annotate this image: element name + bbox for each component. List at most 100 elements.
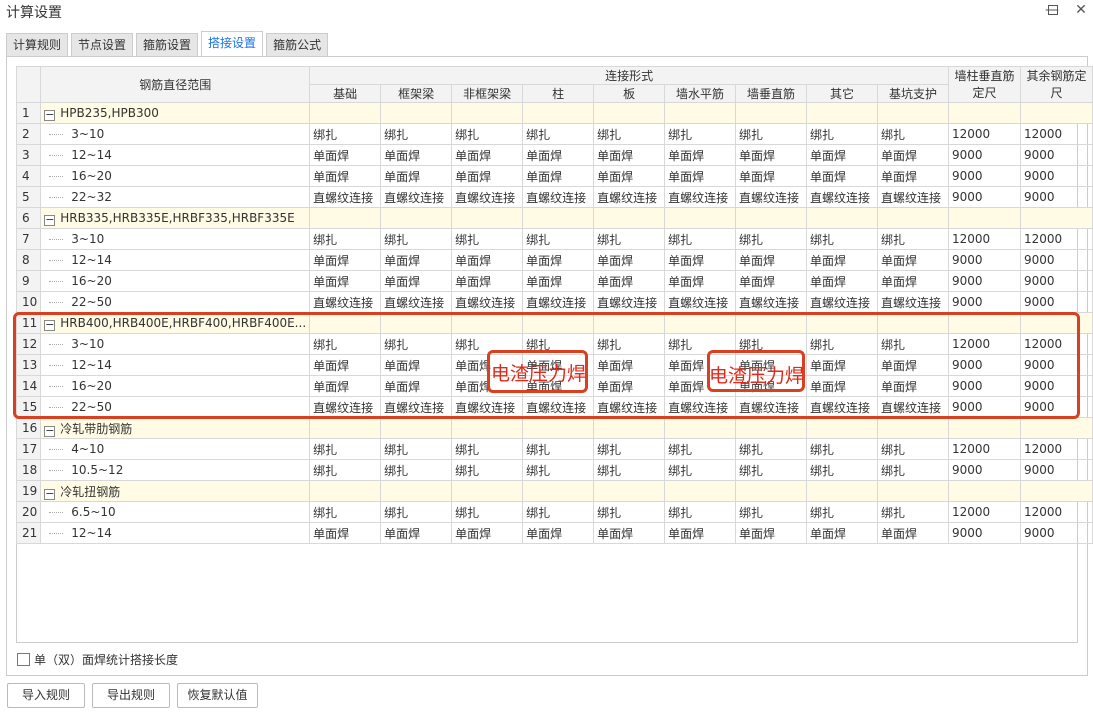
tab-4[interactable]: 箍筋公式 (266, 33, 329, 56)
connection-cell[interactable] (309, 102, 382, 124)
connection-cell[interactable]: 直螺纹连接 (877, 291, 949, 313)
group-row[interactable]: 16− 冷轧带肋钢筋 (15, 417, 1093, 439)
connection-cell[interactable] (380, 417, 453, 439)
connection-cell[interactable]: 绑扎 (522, 123, 595, 145)
connection-cell[interactable]: 单面焊 (522, 522, 595, 544)
connection-cell[interactable] (664, 480, 737, 502)
length-cell[interactable]: 9000 (948, 522, 1021, 544)
length-cell[interactable]: 9000 (1019, 165, 1093, 187)
export-rules-button[interactable]: 导出规则 (92, 683, 170, 708)
length-cell[interactable]: 12000 (1019, 123, 1093, 145)
connection-cell[interactable]: 单面焊 (451, 522, 524, 544)
length-cell[interactable]: 12000 (948, 501, 1021, 523)
connection-cell[interactable]: 单面焊 (380, 165, 453, 187)
connection-cell[interactable]: 绑扎 (451, 501, 524, 523)
connection-cell[interactable] (877, 102, 949, 124)
connection-cell[interactable] (522, 417, 595, 439)
connection-cell[interactable]: 绑扎 (380, 123, 453, 145)
length-cell[interactable]: 12000 (1019, 438, 1093, 460)
length-cell[interactable]: 9000 (1019, 144, 1093, 166)
connection-cell[interactable]: 单面焊 (309, 249, 382, 271)
connection-cell[interactable]: 单面焊 (380, 522, 453, 544)
connection-cell[interactable]: 绑扎 (806, 438, 879, 460)
table-row[interactable]: 9 16~20 单面焊 单面焊 单面焊 单面焊 单面焊 单面焊 单面焊 单面焊 单面焊 9000 900… (15, 270, 1093, 292)
connection-cell[interactable]: 绑扎 (522, 459, 595, 481)
connection-cell[interactable]: 单面焊 (451, 144, 524, 166)
connection-cell[interactable]: 绑扎 (380, 501, 453, 523)
length-cell[interactable]: 9000 (1019, 522, 1093, 544)
connection-cell[interactable] (451, 480, 524, 502)
checkbox-box[interactable] (17, 653, 30, 666)
connection-cell[interactable]: 单面焊 (380, 144, 453, 166)
connection-cell[interactable]: 单面焊 (380, 270, 453, 292)
connection-cell[interactable]: 绑扎 (593, 501, 666, 523)
import-rules-button[interactable]: 导入规则 (7, 683, 85, 708)
connection-cell[interactable]: 单面焊 (451, 165, 524, 187)
length-cell[interactable]: 9000 (948, 249, 1021, 271)
connection-cell[interactable]: 直螺纹连接 (806, 291, 879, 313)
length-cell[interactable] (948, 102, 1021, 124)
connection-cell[interactable]: 单面焊 (664, 249, 737, 271)
connection-cell[interactable]: 绑扎 (451, 459, 524, 481)
connection-cell[interactable] (451, 417, 524, 439)
connection-cell[interactable]: 绑扎 (877, 438, 949, 460)
connection-cell[interactable]: 单面焊 (309, 144, 382, 166)
connection-cell[interactable]: 单面焊 (735, 144, 808, 166)
connection-cell[interactable]: 绑扎 (735, 501, 808, 523)
group-row[interactable]: 19− 冷轧扭钢筋 (15, 480, 1093, 502)
connection-cell[interactable]: 单面焊 (877, 270, 949, 292)
connection-cell[interactable] (735, 102, 808, 124)
table-row[interactable]: 2 3~10 绑扎 绑扎 绑扎 绑扎 绑扎 绑扎 绑扎 绑扎 绑扎 12000 12000 (15, 123, 1093, 145)
connection-cell[interactable]: 单面焊 (877, 249, 949, 271)
connection-cell[interactable] (522, 102, 595, 124)
connection-cell[interactable]: 绑扎 (806, 228, 879, 250)
connection-cell[interactable]: 绑扎 (522, 438, 595, 460)
diameter-range-cell[interactable]: 16~20 (40, 270, 311, 292)
connection-cell[interactable]: 绑扎 (593, 123, 666, 145)
length-cell[interactable]: 9000 (948, 165, 1021, 187)
connection-cell[interactable]: 绑扎 (664, 228, 737, 250)
connection-cell[interactable]: 单面焊 (735, 270, 808, 292)
connection-cell[interactable]: 直螺纹连接 (309, 186, 382, 208)
diameter-range-cell[interactable]: 3~10 (40, 123, 311, 145)
connection-cell[interactable] (806, 417, 879, 439)
connection-cell[interactable]: 绑扎 (735, 123, 808, 145)
collapse-icon[interactable]: − (44, 214, 56, 226)
connection-cell[interactable]: 单面焊 (593, 165, 666, 187)
length-cell[interactable]: 12000 (948, 123, 1021, 145)
connection-cell[interactable]: 单面焊 (877, 144, 949, 166)
tab-2[interactable]: 箍筋设置 (136, 33, 199, 56)
connection-cell[interactable]: 绑扎 (735, 228, 808, 250)
connection-cell[interactable] (451, 102, 524, 124)
connection-cell[interactable] (735, 480, 808, 502)
maximize-icon[interactable] (1041, 0, 1065, 20)
connection-cell[interactable]: 直螺纹连接 (877, 186, 949, 208)
connection-cell[interactable]: 绑扎 (593, 459, 666, 481)
connection-cell[interactable]: 单面焊 (735, 165, 808, 187)
connection-cell[interactable] (593, 480, 666, 502)
connection-cell[interactable]: 绑扎 (593, 228, 666, 250)
collapse-icon[interactable]: − (44, 488, 56, 500)
length-cell[interactable]: 9000 (1019, 186, 1093, 208)
table-row[interactable]: 7 3~10 绑扎 绑扎 绑扎 绑扎 绑扎 绑扎 绑扎 绑扎 绑扎 12000 12000 (15, 228, 1093, 250)
connection-cell[interactable]: 单面焊 (522, 144, 595, 166)
connection-cell[interactable]: 绑扎 (806, 459, 879, 481)
connection-cell[interactable] (380, 102, 453, 124)
length-cell[interactable]: 9000 (1019, 249, 1093, 271)
connection-cell[interactable]: 直螺纹连接 (522, 186, 595, 208)
connection-cell[interactable]: 直螺纹连接 (380, 291, 453, 313)
table-row[interactable]: 18 10.5~12 绑扎 绑扎 绑扎 绑扎 绑扎 绑扎 绑扎 绑扎 绑扎 9000 9000 (15, 459, 1093, 481)
connection-cell[interactable]: 单面焊 (593, 522, 666, 544)
connection-cell[interactable]: 直螺纹连接 (735, 186, 808, 208)
connection-cell[interactable]: 单面焊 (877, 165, 949, 187)
connection-cell[interactable]: 绑扎 (877, 459, 949, 481)
connection-cell[interactable]: 绑扎 (451, 123, 524, 145)
connection-cell[interactable]: 单面焊 (664, 165, 737, 187)
length-cell[interactable]: 12000 (1019, 228, 1093, 250)
length-cell[interactable]: 12000 (948, 438, 1021, 460)
connection-cell[interactable]: 单面焊 (522, 270, 595, 292)
diameter-range-cell[interactable]: 3~10 (40, 228, 311, 250)
connection-cell[interactable]: 单面焊 (309, 522, 382, 544)
connection-cell[interactable] (664, 102, 737, 124)
collapse-icon[interactable]: − (44, 109, 56, 121)
